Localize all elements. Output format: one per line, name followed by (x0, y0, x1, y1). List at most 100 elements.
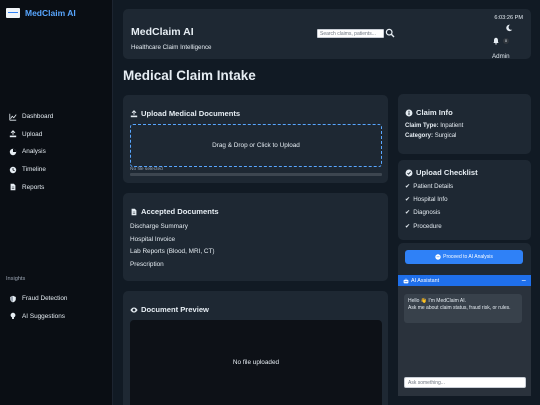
nav-item-label: Upload (22, 130, 43, 138)
brand-name: MedClaim AI (25, 8, 76, 18)
list-item: Prescription (130, 261, 164, 269)
checkmark-icon: ✔ (405, 222, 411, 230)
nav-item-timeline[interactable]: Timeline (9, 161, 109, 179)
search-icon[interactable] (385, 28, 395, 38)
nav-item-analysis[interactable]: Analysis (9, 143, 109, 161)
chart-line-icon (9, 113, 17, 121)
list-item: Lab Reports (Blood, MRI, CT) (130, 248, 215, 256)
brand-logo-icon (6, 8, 20, 18)
upload-icon (130, 109, 138, 117)
checklist-item: ✔ Diagnosis (405, 209, 453, 222)
nav-item-label: Dashboard (22, 113, 54, 121)
upload-card-title: Upload Medical Documents (130, 109, 240, 118)
upload-card: Upload Medical Documents Drag & Drop or … (123, 95, 388, 183)
brand[interactable]: MedClaim AI (6, 8, 76, 18)
proceed-button-label: Proceed to AI Analysis (443, 254, 493, 260)
list-item: Discharge Summary (130, 223, 188, 230)
claim-type-label: Claim Type: (405, 123, 439, 129)
checklist-item: ✔ Procedure (405, 223, 453, 236)
minimize-icon[interactable]: − (521, 276, 526, 285)
claim-category-value: Surgical (434, 133, 457, 139)
file-icon (10, 183, 16, 191)
header-title: MedClaim AI (131, 26, 194, 38)
ai-chat-input[interactable] (404, 377, 526, 388)
upload-icon (9, 130, 17, 138)
nav-item-reports[interactable]: Reports (9, 178, 109, 196)
preview-area: No file uploaded (130, 320, 382, 405)
header-subtitle: Healthcare Claim Intelligence (131, 44, 212, 51)
search-input[interactable] (317, 29, 384, 38)
upload-dropzone[interactable]: Drag & Drop or Click to Upload (130, 124, 382, 167)
claim-type-value: Inpatient (440, 123, 464, 129)
claim-info-title: Claim Info (405, 108, 453, 117)
nav-item-label: Reports (22, 183, 45, 191)
file-icon (131, 208, 137, 215)
nav-item-ai-suggestions[interactable]: AI Suggestions (9, 308, 109, 326)
insights-nav: Fraud Detection AI Suggestions (9, 290, 109, 325)
checkmark-icon: ✔ (405, 196, 411, 204)
checklist-title: Upload Checklist (405, 168, 478, 177)
nav-item-label: Analysis (22, 148, 46, 156)
nav-item-dashboard[interactable]: Dashboard (9, 108, 109, 126)
robot-icon (435, 254, 441, 260)
ai-assistant-header[interactable]: AI Assistant − (398, 275, 531, 286)
file-status: No file selected (130, 167, 163, 172)
checklist-item: ✔ Patient Details (405, 183, 453, 196)
ai-greeting-detail: Ask me about claim status, fraud risk, o… (408, 304, 511, 311)
claim-info-card: Claim Info Claim Type: Inpatient Categor… (398, 94, 531, 154)
clipboard-icon (405, 169, 413, 176)
sidebar: MedClaim AI Dashboard Upload Analysis Ti… (0, 0, 113, 405)
dropzone-text: Drag & Drop or Click to Upload (212, 142, 300, 149)
claim-type: Claim Type: Inpatient (405, 123, 463, 129)
preview-empty-text: No file uploaded (232, 359, 280, 366)
claim-category-label: Category: (405, 133, 434, 139)
top-header: MedClaim AI Healthcare Claim Intelligenc… (123, 9, 531, 60)
nav-item-upload[interactable]: Upload (9, 126, 109, 144)
ai-greeting: Hello 👋 I'm MedClaim AI. (408, 298, 467, 304)
accepted-title-text: Accepted Documents (141, 207, 219, 216)
preview-title-text: Document Preview (141, 305, 209, 314)
shield-icon (10, 295, 16, 303)
upload-checklist-card: Upload Checklist ✔ Patient Details ✔ Hospi… (398, 160, 531, 240)
page-title: Medical Claim Intake (123, 68, 256, 83)
accepted-documents-list: Discharge Summary Hospital Invoice Lab R… (130, 223, 215, 274)
ai-message-bubble: Hello 👋 I'm MedClaim AI. Ask me about cl… (404, 294, 522, 323)
checklist-items: ✔ Patient Details ✔ Hospital Info ✔ Diagnos… (405, 183, 453, 236)
checklist-item: ✔ Hospital Info (405, 196, 453, 209)
ai-assistant-title: AI Assistant (411, 277, 440, 284)
notification-badge: 0 (503, 38, 509, 44)
lightbulb-icon (10, 313, 16, 320)
nav-item-fraud-detection[interactable]: Fraud Detection (9, 290, 109, 308)
clock-icon (9, 166, 17, 173)
user-name[interactable]: Admin (492, 53, 510, 60)
checklist-item-label: Procedure (413, 222, 442, 230)
claim-category: Category: Surgical (405, 133, 456, 139)
main-nav: Dashboard Upload Analysis Timeline Repor… (9, 108, 109, 196)
proceed-ai-analysis-button[interactable]: Proceed to AI Analysis (405, 250, 523, 264)
checklist-item-label: Diagnosis (413, 209, 441, 217)
moon-icon[interactable] (505, 24, 513, 32)
accepted-card-title: Accepted Documents (130, 207, 219, 216)
preview-card-title: Document Preview (130, 305, 209, 314)
accepted-documents-card: Accepted Documents Discharge Summary Hos… (123, 193, 388, 281)
nav-item-label: Timeline (22, 166, 46, 174)
bell-icon[interactable] (492, 37, 500, 45)
ai-assistant-panel: Proceed to AI Analysis AI Assistant − He… (398, 243, 531, 396)
upload-title-text: Upload Medical Documents (141, 109, 241, 118)
list-item: Hospital Invoice (130, 235, 176, 243)
checklist-item-label: Hospital Info (413, 196, 448, 204)
checkmark-icon: ✔ (405, 209, 411, 217)
checklist-item-label: Patient Details (413, 183, 454, 190)
eye-icon (130, 306, 138, 313)
analysis-icon (9, 148, 17, 156)
document-preview-card: Document Preview No file uploaded (123, 291, 388, 405)
checkmark-icon: ✔ (405, 183, 411, 190)
nav-item-label: Fraud Detection (22, 295, 68, 303)
robot-icon (403, 277, 409, 283)
checklist-title-text: Upload Checklist (416, 168, 478, 177)
nav-item-label: AI Suggestions (22, 312, 65, 320)
clock-time: 6:03:26 PM (494, 15, 523, 21)
insights-section-label: Insights (6, 276, 26, 282)
upload-progress-bar (130, 173, 382, 176)
claim-info-title-text: Claim Info (416, 108, 453, 117)
